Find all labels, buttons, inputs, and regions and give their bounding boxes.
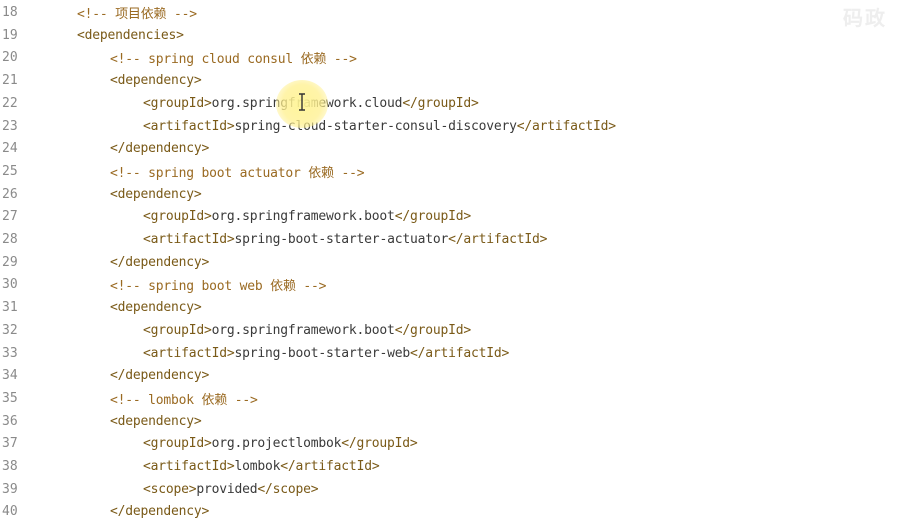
xml-open-tag: <groupId> bbox=[143, 322, 212, 338]
line-number: 36 bbox=[2, 413, 18, 429]
xml-element: <artifactId>lombok</artifactId> bbox=[143, 458, 380, 474]
code-line[interactable]: 26 <dependency> bbox=[0, 183, 901, 205]
code-line[interactable]: 27 <groupId>org.springframework.boot</gr… bbox=[0, 205, 901, 227]
line-number: 24 bbox=[2, 140, 18, 156]
line-number: 32 bbox=[2, 322, 18, 338]
xml-open-tag: <groupId> bbox=[143, 208, 212, 224]
xml-comment: <!-- spring boot web 依赖 --> bbox=[110, 278, 327, 294]
line-number: 30 bbox=[2, 276, 18, 292]
xml-value: spring-cloud-starter-consul-discovery bbox=[234, 118, 517, 134]
code-line[interactable]: 38 <artifactId>lombok</artifactId> bbox=[0, 455, 901, 477]
code-line[interactable]: 37 <groupId>org.projectlombok</groupId> bbox=[0, 432, 901, 454]
xml-close-tag: </artifactId> bbox=[516, 118, 616, 134]
xml-element: <groupId>org.springframework.boot</group… bbox=[143, 209, 471, 224]
xml-tag: <dependency> bbox=[110, 72, 202, 88]
code-line[interactable]: 23 <artifactId>spring-cloud-starter-cons… bbox=[0, 115, 901, 137]
line-number: 40 bbox=[2, 503, 18, 519]
xml-tag: </dependency> bbox=[110, 367, 210, 383]
xml-value: lombok bbox=[234, 458, 281, 474]
xml-close-tag: </artifactId> bbox=[280, 458, 380, 474]
xml-value: provided bbox=[196, 481, 258, 497]
xml-open-tag: <artifactId> bbox=[143, 345, 235, 361]
line-number: 37 bbox=[2, 435, 18, 451]
xml-open-tag: <artifactId> bbox=[143, 231, 235, 247]
code-editor[interactable]: 18 <!-- 项目依赖 --> 19 <dependencies> 20 <!… bbox=[0, 0, 901, 523]
xml-open-tag: <artifactId> bbox=[143, 458, 235, 474]
xml-comment: <!-- lombok 依赖 --> bbox=[110, 392, 258, 408]
xml-close-tag: </groupId> bbox=[341, 435, 418, 451]
xml-value: spring-boot-starter-web bbox=[234, 345, 411, 361]
xml-element: <artifactId>spring-boot-starter-web</art… bbox=[143, 346, 509, 361]
line-number: 18 bbox=[2, 4, 18, 20]
code-line[interactable]: 30 <!-- spring boot web 依赖 --> bbox=[0, 273, 901, 295]
xml-value: org.springframework.cloud bbox=[211, 95, 403, 111]
xml-close-tag: </artifactId> bbox=[448, 231, 548, 247]
xml-value: org.springframework.boot bbox=[211, 322, 395, 338]
line-number: 28 bbox=[2, 231, 18, 247]
xml-open-tag: <groupId> bbox=[143, 95, 212, 111]
code-line[interactable]: 21 <dependency> bbox=[0, 69, 901, 91]
code-line[interactable]: 20 <!-- spring cloud consul 依赖 --> bbox=[0, 46, 901, 68]
code-line[interactable]: 40 </dependency> bbox=[0, 500, 901, 522]
xml-element: <groupId>org.springframework.cloud</grou… bbox=[143, 96, 479, 111]
xml-tag: <dependency> bbox=[110, 413, 202, 429]
xml-comment: <!-- spring cloud consul 依赖 --> bbox=[110, 51, 357, 67]
code-line[interactable]: 18 <!-- 项目依赖 --> bbox=[0, 1, 901, 23]
xml-open-tag: <scope> bbox=[143, 481, 197, 497]
xml-element: <artifactId>spring-cloud-starter-consul-… bbox=[143, 119, 616, 134]
code-line[interactable]: 24 </dependency> bbox=[0, 137, 901, 159]
line-number: 39 bbox=[2, 481, 18, 497]
code-line[interactable]: 31 <dependency> bbox=[0, 296, 901, 318]
code-line[interactable]: 39 <scope>provided</scope> bbox=[0, 478, 901, 500]
code-line[interactable]: 29 </dependency> bbox=[0, 251, 901, 273]
code-line[interactable]: 22 <groupId>org.springframework.cloud</g… bbox=[0, 92, 901, 114]
xml-tag: <dependencies> bbox=[77, 27, 184, 43]
code-line[interactable]: 32 <groupId>org.springframework.boot</gr… bbox=[0, 319, 901, 341]
xml-element: <groupId>org.springframework.boot</group… bbox=[143, 323, 471, 338]
xml-open-tag: <groupId> bbox=[143, 435, 212, 451]
xml-tag: <dependency> bbox=[110, 186, 202, 202]
xml-close-tag: </artifactId> bbox=[409, 345, 510, 361]
xml-close-tag: </groupId> bbox=[394, 322, 471, 338]
line-number: 29 bbox=[2, 254, 18, 270]
xml-element: <groupId>org.projectlombok</groupId> bbox=[143, 436, 418, 451]
line-number: 35 bbox=[2, 390, 18, 406]
line-number: 27 bbox=[2, 208, 18, 224]
xml-tag: </dependency> bbox=[110, 140, 210, 156]
line-number: 33 bbox=[2, 345, 18, 361]
xml-open-tag: <artifactId> bbox=[143, 118, 235, 134]
xml-element: <artifactId>spring-boot-starter-actuator… bbox=[143, 232, 547, 247]
line-number: 23 bbox=[2, 118, 18, 134]
xml-comment: <!-- 项目依赖 --> bbox=[77, 6, 197, 22]
code-line[interactable]: 36 <dependency> bbox=[0, 410, 901, 432]
code-line[interactable]: 25 <!-- spring boot actuator 依赖 --> bbox=[0, 160, 901, 182]
line-number: 34 bbox=[2, 367, 18, 383]
code-line[interactable]: 35 <!-- lombok 依赖 --> bbox=[0, 387, 901, 409]
code-line[interactable]: 34 </dependency> bbox=[0, 364, 901, 386]
line-number: 21 bbox=[2, 72, 18, 88]
line-number: 19 bbox=[2, 27, 18, 43]
xml-close-tag: </groupId> bbox=[402, 95, 479, 111]
line-number: 38 bbox=[2, 458, 18, 474]
xml-tag: </dependency> bbox=[110, 503, 210, 519]
line-number: 31 bbox=[2, 299, 18, 315]
line-number: 25 bbox=[2, 163, 18, 179]
xml-value: org.springframework.boot bbox=[211, 208, 395, 224]
text-cursor-icon bbox=[299, 93, 305, 111]
line-number: 22 bbox=[2, 95, 18, 111]
xml-element: <scope>provided</scope> bbox=[143, 481, 319, 497]
xml-value: spring-boot-starter-actuator bbox=[234, 231, 449, 247]
xml-value: org.projectlombok bbox=[211, 435, 342, 451]
code-line[interactable]: 33 <artifactId>spring-boot-starter-web</… bbox=[0, 342, 901, 364]
line-number: 26 bbox=[2, 186, 18, 202]
xml-tag: </dependency> bbox=[110, 254, 210, 270]
xml-tag: <dependency> bbox=[110, 299, 202, 315]
xml-close-tag: </scope> bbox=[257, 481, 319, 497]
code-line[interactable]: 19 <dependencies> bbox=[0, 24, 901, 46]
line-number: 20 bbox=[2, 49, 18, 65]
xml-comment: <!-- spring boot actuator 依赖 --> bbox=[110, 165, 365, 181]
code-line[interactable]: 28 <artifactId>spring-boot-starter-actua… bbox=[0, 228, 901, 250]
watermark-logo: 码政 bbox=[843, 6, 887, 30]
xml-close-tag: </groupId> bbox=[394, 208, 471, 224]
